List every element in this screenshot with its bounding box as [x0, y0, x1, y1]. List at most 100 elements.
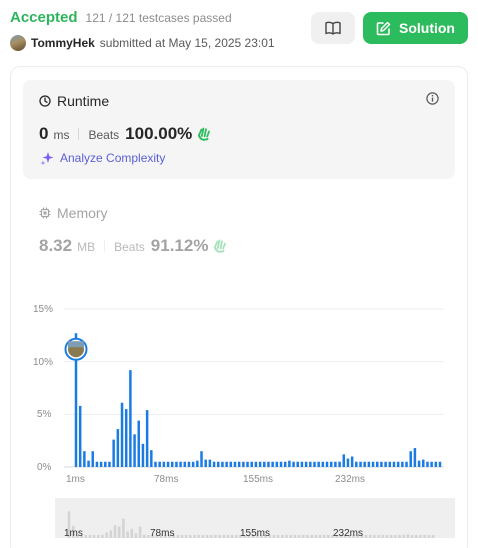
- navigator-bar: [176, 535, 180, 538]
- navigator-bar: [276, 535, 280, 538]
- navigator-bar: [130, 528, 134, 538]
- navigator-bar: [402, 534, 406, 538]
- navigator-bar: [113, 525, 117, 538]
- y-tick-label: 0%: [37, 462, 52, 473]
- navigator-bar: [126, 531, 129, 538]
- submitter-info: TommyHek submitted at May 15, 2025 23:01: [10, 35, 275, 51]
- navigator-bar: [226, 535, 230, 538]
- navigator-bar: [84, 534, 88, 538]
- navigator-bar: [381, 535, 385, 538]
- sparkle-icon: [40, 152, 54, 165]
- navigator-bar: [398, 535, 401, 538]
- submitted-at: submitted at May 15, 2025 23:01: [99, 36, 275, 50]
- navigator-bar: [364, 535, 368, 538]
- username-link[interactable]: TommyHek: [31, 36, 95, 50]
- y-tick-label: 5%: [37, 409, 52, 420]
- memory-beats-label: Beats: [114, 240, 145, 254]
- navigator-bar: [109, 530, 113, 538]
- solution-button[interactable]: Solution: [363, 12, 468, 44]
- edit-icon: [376, 21, 391, 35]
- navigator-bar: [373, 535, 376, 538]
- navigator-bar: [138, 526, 142, 538]
- navigator-bar: [427, 535, 431, 538]
- x-tick-label: 78ms: [154, 474, 179, 485]
- submission-status: Accepted 121 / 121 testcases passed: [10, 9, 232, 26]
- navigator-bar: [222, 535, 226, 538]
- navigator-bar: [322, 535, 326, 538]
- navigator-bar: [289, 535, 293, 538]
- runtime-beats-pct: 100.00%: [125, 124, 193, 143]
- memory-metric: 8.32 MB Beats 91.12%: [39, 236, 228, 256]
- navigator-bar: [214, 535, 217, 538]
- runtime-metric: 0 ms Beats 100.00%: [39, 124, 212, 144]
- memory-beats-pct: 91.12%: [150, 236, 209, 255]
- navigator-bar: [189, 535, 192, 538]
- navigator-label: 78ms: [150, 528, 175, 539]
- navigator-bar: [310, 535, 313, 538]
- clock-icon: [39, 95, 51, 107]
- divider: [78, 128, 80, 140]
- navigator-bar: [297, 535, 301, 538]
- navigator-bar: [197, 535, 201, 538]
- navigator-bar: [143, 534, 146, 538]
- info-icon[interactable]: [426, 92, 439, 110]
- navigator-bar: [101, 535, 104, 538]
- y-tick-label: 15%: [33, 304, 54, 315]
- memory-title[interactable]: Memory: [39, 205, 108, 221]
- navigator-bar: [281, 535, 284, 538]
- navigator-bar: [205, 535, 209, 538]
- clap-icon: [214, 239, 227, 253]
- navigator-bar: [184, 535, 188, 538]
- navigator-bar: [318, 535, 322, 538]
- navigator-bar: [235, 535, 238, 538]
- runtime-label: Runtime: [57, 93, 110, 109]
- navigator-label: 155ms: [240, 528, 271, 539]
- navigator-bar: [301, 535, 305, 538]
- accepted-label: Accepted: [10, 9, 78, 26]
- solution-label: Solution: [399, 20, 455, 36]
- navigator-bar: [293, 535, 297, 538]
- navigator-bar: [327, 535, 330, 538]
- navigator-bar: [218, 535, 221, 538]
- testcases-passed: 121 / 121 testcases passed: [85, 11, 232, 25]
- navigator-bar: [272, 535, 276, 538]
- book-icon: [325, 21, 341, 35]
- navigator-bar: [96, 535, 100, 538]
- y-tick-label: 10%: [33, 357, 54, 368]
- navigator-bar: [314, 535, 318, 538]
- navigator-bar: [230, 535, 234, 538]
- x-tick-label: 1ms: [66, 474, 85, 485]
- navigator-bar: [431, 535, 435, 538]
- divider: [104, 240, 106, 252]
- x-tick-label: 155ms: [243, 474, 274, 485]
- memory-label: Memory: [57, 205, 108, 221]
- navigator-label: 232ms: [333, 528, 364, 539]
- analyze-complexity-button[interactable]: Analyze Complexity: [40, 151, 165, 165]
- navigator-bar: [134, 533, 138, 538]
- avatar[interactable]: [10, 35, 26, 51]
- navigator-bar: [414, 535, 418, 538]
- navigator-label: 1ms: [64, 528, 83, 539]
- navigator-bar: [423, 535, 426, 538]
- navigator-bar: [201, 535, 205, 538]
- navigator-bar: [180, 535, 184, 538]
- navigator-bar: [306, 535, 309, 538]
- runtime-title: Runtime: [39, 93, 109, 109]
- runtime-beats-label: Beats: [88, 128, 120, 142]
- navigator-bar: [117, 526, 121, 538]
- runtime-unit: ms: [53, 128, 70, 142]
- navigator-bar: [406, 534, 410, 538]
- analyze-label: Analyze Complexity: [60, 151, 166, 165]
- memory-value: 8.32: [39, 236, 73, 255]
- navigator-bar: [368, 535, 372, 538]
- navigator-bar: [419, 535, 422, 538]
- navigator-bar: [377, 535, 380, 538]
- navigator-bar: [122, 518, 125, 538]
- navigator-bar: [394, 535, 397, 538]
- clap-icon: [198, 127, 211, 141]
- navigator-bar: [105, 532, 108, 538]
- navigator-bar: [209, 535, 213, 538]
- runtime-value: 0: [39, 124, 49, 143]
- editorial-button[interactable]: [311, 12, 355, 44]
- x-tick-label: 232ms: [335, 474, 366, 485]
